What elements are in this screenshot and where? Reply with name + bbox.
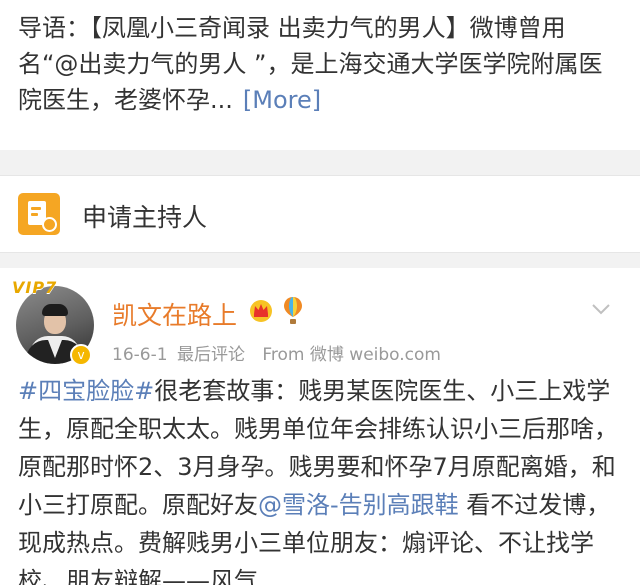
- post-body: #四宝脸脸#很老套故事：贱男某医院医生、小三上戏学生，原配全职太太。贱男单位年会…: [18, 372, 624, 585]
- more-link[interactable]: [More]: [243, 86, 321, 114]
- crown-icon: [250, 300, 272, 322]
- last-comment-label: 最后评论: [176, 345, 245, 365]
- chevron-down-icon[interactable]: [590, 298, 612, 320]
- vip-badge: VIP7: [12, 278, 58, 297]
- balloon-icon: [284, 297, 302, 324]
- topic-link[interactable]: #四宝脸脸#: [18, 377, 154, 405]
- post-meta: 16-6-1 最后评论 From 微博 weibo.com: [112, 340, 445, 365]
- mention-link[interactable]: @雪洛-告别高跟鞋: [258, 491, 459, 519]
- username[interactable]: 凯文在路上: [112, 296, 237, 332]
- apply-host-row[interactable]: 申请主持人: [0, 175, 640, 253]
- apply-host-label: 申请主持人: [82, 203, 208, 232]
- verified-badge-icon: v: [70, 344, 92, 366]
- post-source: From 微博 weibo.com: [262, 345, 441, 365]
- post-date: 16-6-1: [112, 345, 168, 365]
- weibo-post: VIP7 v 凯文在路上 16-6-1 最后评论 From 微博 weibo.c…: [0, 268, 640, 585]
- intro-text: 导语：【凤凰小三奇闻录 出卖力气的男人】微博曾用名“@出卖力气的男人 ”，是上海…: [18, 10, 624, 118]
- apply-host-icon: [18, 193, 60, 235]
- intro-section: 导语：【凤凰小三奇闻录 出卖力气的男人】微博曾用名“@出卖力气的男人 ”，是上海…: [0, 0, 640, 150]
